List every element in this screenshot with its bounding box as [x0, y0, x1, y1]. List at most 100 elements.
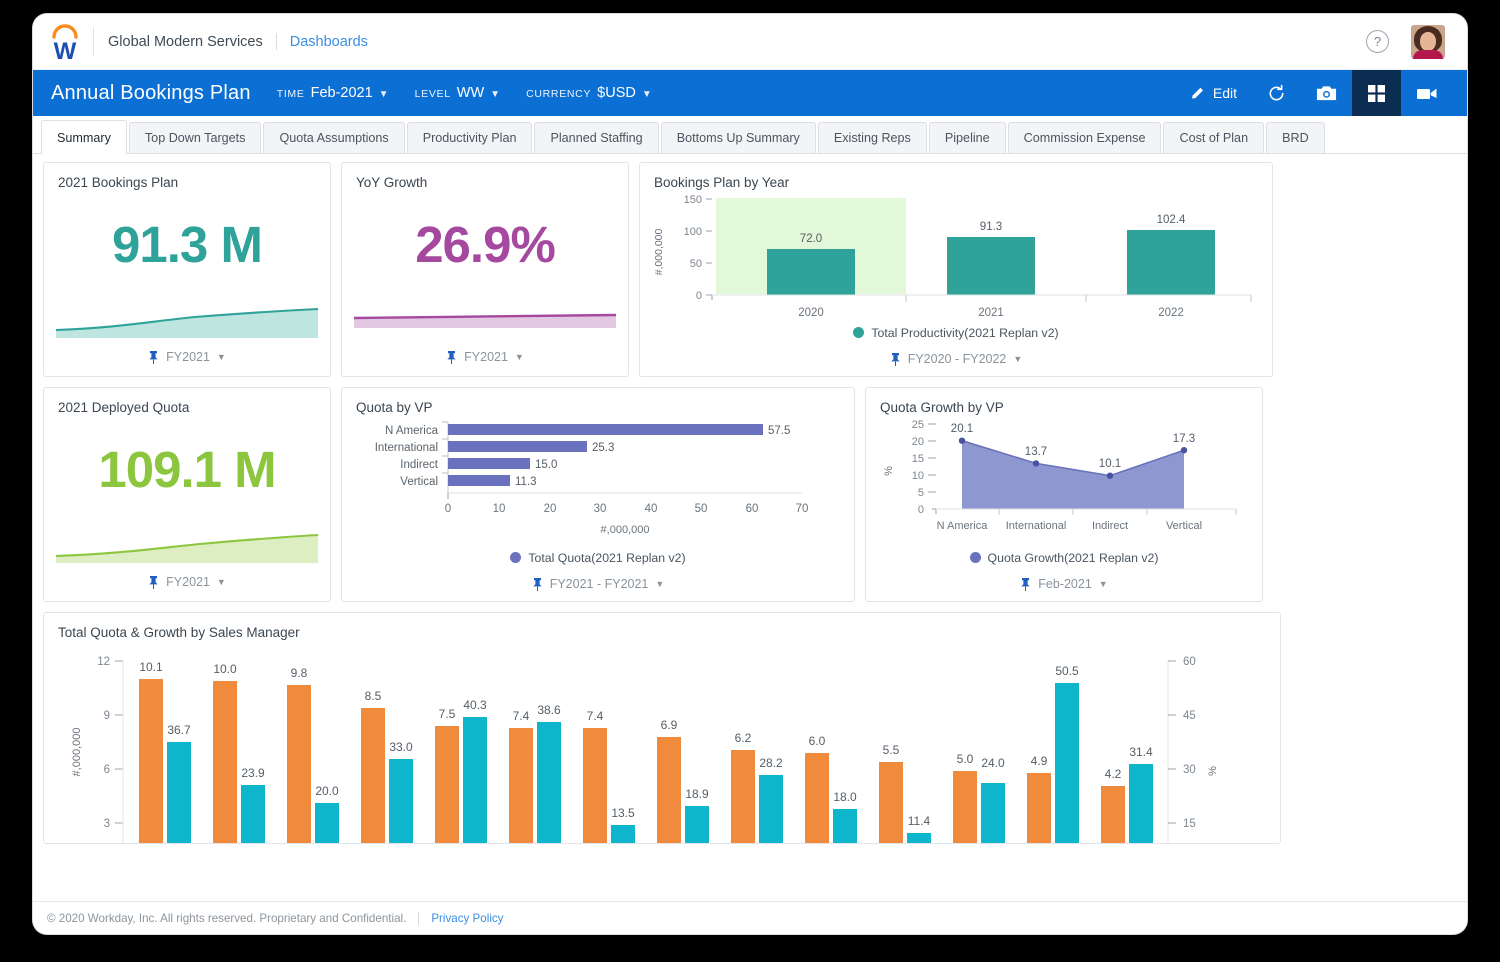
- grid-icon: [1367, 84, 1386, 103]
- tab-pipeline[interactable]: Pipeline: [929, 122, 1006, 153]
- svg-text:N America: N America: [385, 425, 439, 437]
- user-avatar[interactable]: [1411, 25, 1445, 59]
- svg-text:57.5: 57.5: [768, 425, 790, 437]
- chevron-down-icon: ▼: [217, 352, 226, 362]
- svg-text:5.0: 5.0: [957, 752, 974, 766]
- svg-text:91.3: 91.3: [980, 221, 1002, 233]
- card-footer-value: FY2021: [464, 350, 508, 364]
- filter-level[interactable]: LEVEL WW ▼: [415, 85, 500, 101]
- legend-label: Quota Growth(2021 Replan v2): [988, 551, 1159, 565]
- card-footer-quota-by-vp[interactable]: FY2021 - FY2021 ▼: [342, 567, 854, 601]
- svg-text:40.3: 40.3: [463, 698, 487, 712]
- grid-view-button[interactable]: [1352, 70, 1401, 116]
- svg-text:Vertical: Vertical: [400, 476, 438, 488]
- svg-text:13.7: 13.7: [1025, 446, 1047, 458]
- card-title: Bookings Plan by Year: [640, 163, 1272, 190]
- chart-quota-growth-by-vp: 25 20 15 10 5 0 %: [866, 415, 1262, 548]
- card-footer-value: FY2021: [166, 575, 210, 589]
- sparkline-yoy-growth: [342, 304, 628, 338]
- tab-existing-reps[interactable]: Existing Reps: [818, 122, 927, 153]
- pin-icon: [446, 350, 457, 365]
- privacy-policy-link[interactable]: Privacy Policy: [431, 912, 503, 925]
- svg-text:28.2: 28.2: [759, 756, 783, 770]
- tab-productivity-plan[interactable]: Productivity Plan: [407, 122, 533, 153]
- tab-commission-expense[interactable]: Commission Expense: [1008, 122, 1162, 153]
- tab-bottoms-up-summary[interactable]: Bottoms Up Summary: [661, 122, 816, 153]
- card-bookings-plan[interactable]: 2021 Bookings Plan 91.3 M FY2021 ▼: [43, 162, 331, 377]
- svg-text:2020: 2020: [798, 307, 824, 318]
- tab-summary[interactable]: Summary: [41, 120, 127, 154]
- card-title: 2021 Deployed Quota: [44, 388, 330, 415]
- card-quota-by-vp[interactable]: Quota by VP N America International Indi…: [341, 387, 855, 602]
- svg-text:5.5: 5.5: [883, 743, 900, 757]
- breadcrumb-dashboards-link[interactable]: Dashboards: [290, 34, 368, 50]
- filter-currency[interactable]: CURRENCY $USD ▼: [526, 85, 652, 101]
- tab-quota-assumptions[interactable]: Quota Assumptions: [263, 122, 404, 153]
- card-quota-growth-by-manager[interactable]: Total Quota & Growth by Sales Manager 12…: [43, 612, 1281, 844]
- svg-text:9.8: 9.8: [291, 666, 308, 680]
- card-footer-bookings-plan[interactable]: FY2021 ▼: [44, 338, 330, 376]
- svg-text:6.0: 6.0: [809, 734, 826, 748]
- tab-top-down-targets[interactable]: Top Down Targets: [129, 122, 262, 153]
- svg-text:100: 100: [684, 226, 702, 238]
- filter-level-label: LEVEL: [415, 88, 451, 100]
- svg-text:6: 6: [104, 764, 110, 776]
- card-title: Quota Growth by VP: [866, 388, 1262, 415]
- filter-time[interactable]: TIME Feb-2021 ▼: [277, 85, 389, 101]
- svg-text:5: 5: [918, 487, 924, 499]
- svg-text:Indirect: Indirect: [400, 459, 439, 471]
- pin-icon: [890, 352, 901, 367]
- svg-text:W: W: [54, 38, 77, 62]
- dashboard-row-3: Total Quota & Growth by Sales Manager 12…: [43, 612, 1457, 844]
- legend-swatch: [853, 327, 864, 338]
- svg-text:10: 10: [912, 470, 924, 482]
- filter-level-value: WW: [457, 85, 484, 101]
- svg-text:20: 20: [544, 503, 557, 515]
- card-footer-bookings-by-year[interactable]: FY2020 - FY2022 ▼: [640, 342, 1272, 376]
- snapshot-button[interactable]: [1301, 70, 1352, 116]
- svg-text:%: %: [1207, 766, 1219, 776]
- card-footer-deployed-quota[interactable]: FY2021 ▼: [44, 563, 330, 601]
- page-footer: © 2020 Workday, Inc. All rights reserved…: [33, 901, 1467, 934]
- camera-icon: [1316, 84, 1337, 102]
- svg-text:70: 70: [796, 503, 809, 515]
- card-deployed-quota[interactable]: 2021 Deployed Quota 109.1 M FY2021 ▼: [43, 387, 331, 602]
- edit-button[interactable]: Edit: [1174, 70, 1252, 116]
- card-footer-yoy-growth[interactable]: FY2021 ▼: [342, 338, 628, 376]
- card-footer-quota-growth-by-vp[interactable]: Feb-2021 ▼: [866, 567, 1262, 601]
- card-footer-value: FY2021: [166, 350, 210, 364]
- chevron-down-icon: ▼: [655, 579, 664, 589]
- dashboard-toolbar: Annual Bookings Plan TIME Feb-2021 ▼ LEV…: [33, 70, 1467, 116]
- video-button[interactable]: [1401, 70, 1453, 116]
- svg-text:9: 9: [104, 710, 110, 722]
- global-header: W Global Modern Services Dashboards ?: [33, 14, 1467, 70]
- page-title: Annual Bookings Plan: [51, 82, 251, 105]
- workday-logo-icon[interactable]: W: [47, 22, 83, 62]
- tab-brd[interactable]: BRD: [1266, 122, 1325, 153]
- filter-time-label: TIME: [277, 88, 305, 100]
- chevron-down-icon: ▼: [515, 352, 524, 362]
- kpi-value: 26.9%: [342, 190, 628, 304]
- chevron-down-icon: ▼: [217, 577, 226, 587]
- svg-text:15: 15: [912, 453, 924, 465]
- card-footer-value: FY2020 - FY2022: [908, 352, 1007, 366]
- refresh-button[interactable]: [1252, 70, 1301, 116]
- pin-icon: [1020, 577, 1031, 592]
- tab-planned-staffing[interactable]: Planned Staffing: [534, 122, 658, 153]
- svg-text:15.0: 15.0: [535, 459, 557, 471]
- svg-text:8.5: 8.5: [365, 689, 382, 703]
- card-quota-growth-by-vp[interactable]: Quota Growth by VP 25 20 15 10 5 0: [865, 387, 1263, 602]
- filter-currency-value: $USD: [597, 85, 636, 101]
- avatar-face: [1420, 32, 1436, 51]
- card-yoy-growth[interactable]: YoY Growth 26.9% FY2021 ▼: [341, 162, 629, 377]
- tab-cost-of-plan[interactable]: Cost of Plan: [1163, 122, 1264, 153]
- svg-text:0: 0: [445, 503, 451, 515]
- svg-text:6.2: 6.2: [735, 731, 752, 745]
- card-bookings-by-year[interactable]: Bookings Plan by Year 150 100 50 0 #,000…: [639, 162, 1273, 377]
- svg-text:33.0: 33.0: [389, 740, 413, 754]
- tab-bar: Summary Top Down Targets Quota Assumptio…: [33, 116, 1467, 154]
- legend-quota-by-vp: Total Quota(2021 Replan v2): [342, 548, 854, 567]
- card-title: Total Quota & Growth by Sales Manager: [44, 613, 1280, 640]
- help-circle-icon[interactable]: ?: [1366, 30, 1389, 53]
- svg-text:2021: 2021: [978, 307, 1004, 318]
